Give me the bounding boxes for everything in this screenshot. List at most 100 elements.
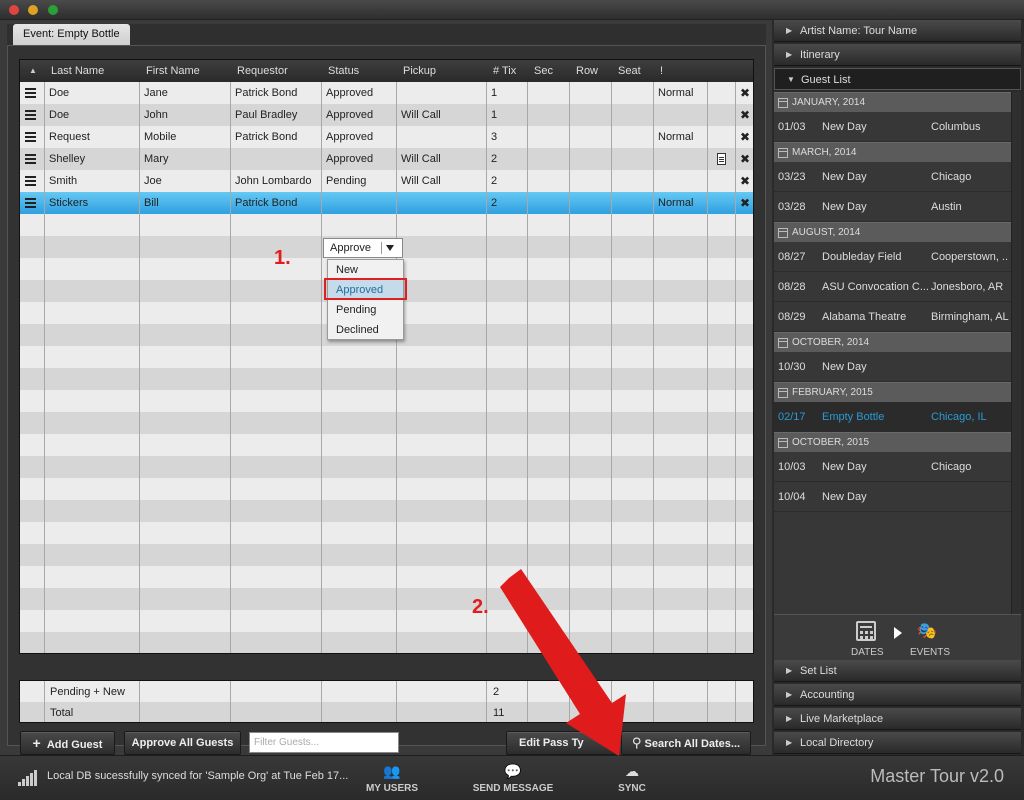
- cell-first-name[interactable]: John: [140, 104, 231, 126]
- delete-guest-icon[interactable]: ✖: [738, 126, 752, 148]
- column-header-row[interactable]: Row: [570, 60, 612, 82]
- date-list-item[interactable]: 02/17 Empty Bottle Chicago, IL: [774, 402, 1011, 432]
- date-list-item[interactable]: 01/03 New Day Columbus: [774, 112, 1011, 142]
- edit-pass-types-button[interactable]: Edit Pass Ty: [506, 731, 616, 755]
- cell-tix[interactable]: 2: [487, 192, 528, 214]
- status-dropdown[interactable]: Approve: [323, 238, 403, 258]
- delete-guest-icon[interactable]: ✖: [738, 82, 752, 104]
- delete-guest-icon[interactable]: ✖: [738, 170, 752, 192]
- date-list-scrollbar[interactable]: [1011, 92, 1021, 614]
- status-option-pending[interactable]: Pending: [328, 300, 403, 320]
- section-guest-list[interactable]: ▼ Guest List: [774, 68, 1021, 90]
- sync-button[interactable]: ☁ SYNC: [612, 762, 652, 794]
- guest-row[interactable]: Smith Joe John Lombardo Pending Will Call 2 ✖: [20, 170, 753, 192]
- cell-status[interactable]: [322, 192, 397, 214]
- section-live-marketplace[interactable]: ▶ Live Marketplace: [774, 708, 1021, 730]
- section-artist-name[interactable]: ▶ Artist Name: Tour Name: [774, 20, 1021, 42]
- cell-last-name[interactable]: Smith: [45, 170, 140, 192]
- cell-pickup[interactable]: [397, 82, 487, 104]
- cell-tix[interactable]: 2: [487, 148, 528, 170]
- approve-all-guests-button[interactable]: Approve All Guests: [124, 731, 241, 755]
- section-set-list[interactable]: ▶ Set List: [774, 660, 1021, 682]
- cell-tix[interactable]: 1: [487, 82, 528, 104]
- cell-requestor[interactable]: Patrick Bond: [231, 126, 322, 148]
- column-header-requestor[interactable]: Requestor: [231, 60, 322, 82]
- cell-priority[interactable]: Normal: [654, 192, 708, 214]
- date-list-item[interactable]: 10/30 New Day: [774, 352, 1011, 382]
- column-header-first-name[interactable]: First Name: [140, 60, 231, 82]
- cell-requestor[interactable]: [231, 148, 322, 170]
- cell-tix[interactable]: 2: [487, 170, 528, 192]
- cell-pickup[interactable]: [397, 126, 487, 148]
- add-guest-button[interactable]: + Add Guest: [20, 731, 115, 755]
- cell-requestor[interactable]: John Lombardo: [231, 170, 322, 192]
- cell-last-name[interactable]: Doe: [45, 82, 140, 104]
- section-itinerary[interactable]: ▶ Itinerary: [774, 44, 1021, 66]
- filter-guests-input[interactable]: [249, 732, 399, 753]
- drag-handle-icon[interactable]: [25, 198, 36, 208]
- column-header-last-name[interactable]: Last Name: [45, 60, 140, 82]
- date-list-item[interactable]: 03/23 New Day Chicago: [774, 162, 1011, 192]
- delete-guest-icon[interactable]: ✖: [738, 148, 752, 170]
- cell-last-name[interactable]: Request: [45, 126, 140, 148]
- guest-row[interactable]: Doe Jane Patrick Bond Approved 1 Normal ✖: [20, 82, 753, 104]
- cell-priority[interactable]: [654, 148, 708, 170]
- guest-row[interactable]: Request Mobile Patrick Bond Approved 3 Normal…: [20, 126, 753, 148]
- note-icon[interactable]: [717, 153, 726, 165]
- date-list-item[interactable]: 08/27 Doubleday Field Cooperstown, ...: [774, 242, 1011, 272]
- column-header-status[interactable]: Status: [322, 60, 397, 82]
- cell-priority[interactable]: [654, 104, 708, 126]
- cell-status[interactable]: Approved: [322, 126, 397, 148]
- cell-requestor[interactable]: Paul Bradley: [231, 104, 322, 126]
- cell-pickup[interactable]: [397, 192, 487, 214]
- cell-last-name[interactable]: Stickers: [45, 192, 140, 214]
- cell-priority[interactable]: [654, 170, 708, 192]
- cell-priority[interactable]: Normal: [654, 82, 708, 104]
- column-header-tix[interactable]: # Tix: [487, 60, 528, 82]
- send-message-button[interactable]: 💬 SEND MESSAGE: [470, 762, 556, 794]
- column-header-priority[interactable]: !: [654, 60, 708, 82]
- drag-handle-icon[interactable]: [25, 132, 36, 142]
- status-option-new[interactable]: New: [328, 260, 403, 280]
- cell-status[interactable]: Pending: [322, 170, 397, 192]
- column-header-seat[interactable]: Seat: [612, 60, 654, 82]
- cell-first-name[interactable]: Joe: [140, 170, 231, 192]
- drag-handle-icon[interactable]: [25, 110, 36, 120]
- date-list-item[interactable]: 08/28 ASU Convocation C... Jonesboro, AR: [774, 272, 1011, 302]
- minimize-window-button[interactable]: [28, 5, 38, 15]
- cell-first-name[interactable]: Jane: [140, 82, 231, 104]
- cell-pickup[interactable]: Will Call: [397, 170, 487, 192]
- cell-requestor[interactable]: Patrick Bond: [231, 192, 322, 214]
- event-tab[interactable]: Event: Empty Bottle: [13, 24, 130, 45]
- cell-first-name[interactable]: Bill: [140, 192, 231, 214]
- column-header-pickup[interactable]: Pickup: [397, 60, 487, 82]
- drag-handle-icon[interactable]: [25, 154, 36, 164]
- cell-status[interactable]: Approved: [322, 148, 397, 170]
- cell-first-name[interactable]: Mobile: [140, 126, 231, 148]
- zoom-window-button[interactable]: [48, 5, 58, 15]
- dates-label[interactable]: DATES: [851, 647, 884, 658]
- cell-last-name[interactable]: Doe: [45, 104, 140, 126]
- date-list-item[interactable]: 10/03 New Day Chicago: [774, 452, 1011, 482]
- cell-priority[interactable]: Normal: [654, 126, 708, 148]
- close-window-button[interactable]: [9, 5, 19, 15]
- drag-handle-icon[interactable]: [25, 88, 36, 98]
- chevron-down-icon[interactable]: [386, 245, 394, 251]
- date-list-item[interactable]: 03/28 New Day Austin: [774, 192, 1011, 222]
- date-list-item[interactable]: 10/04 New Day: [774, 482, 1011, 512]
- date-list-item[interactable]: 08/29 Alabama Theatre Birmingham, AL: [774, 302, 1011, 332]
- my-users-button[interactable]: 👥 MY USERS: [362, 762, 422, 794]
- status-option-declined[interactable]: Declined: [328, 320, 403, 340]
- search-all-dates-button[interactable]: ⚲ Search All Dates...: [621, 731, 751, 755]
- column-header-sec[interactable]: Sec: [528, 60, 570, 82]
- cell-requestor[interactable]: Patrick Bond: [231, 82, 322, 104]
- delete-guest-icon[interactable]: ✖: [738, 104, 752, 126]
- cell-tix[interactable]: 1: [487, 104, 528, 126]
- cell-last-name[interactable]: Shelley: [45, 148, 140, 170]
- cell-status[interactable]: Approved: [322, 104, 397, 126]
- section-accounting[interactable]: ▶ Accounting: [774, 684, 1021, 706]
- calendar-icon[interactable]: [856, 621, 876, 641]
- section-local-directory[interactable]: ▶ Local Directory: [774, 732, 1021, 754]
- cell-pickup[interactable]: Will Call: [397, 104, 487, 126]
- drag-handle-icon[interactable]: [25, 176, 36, 186]
